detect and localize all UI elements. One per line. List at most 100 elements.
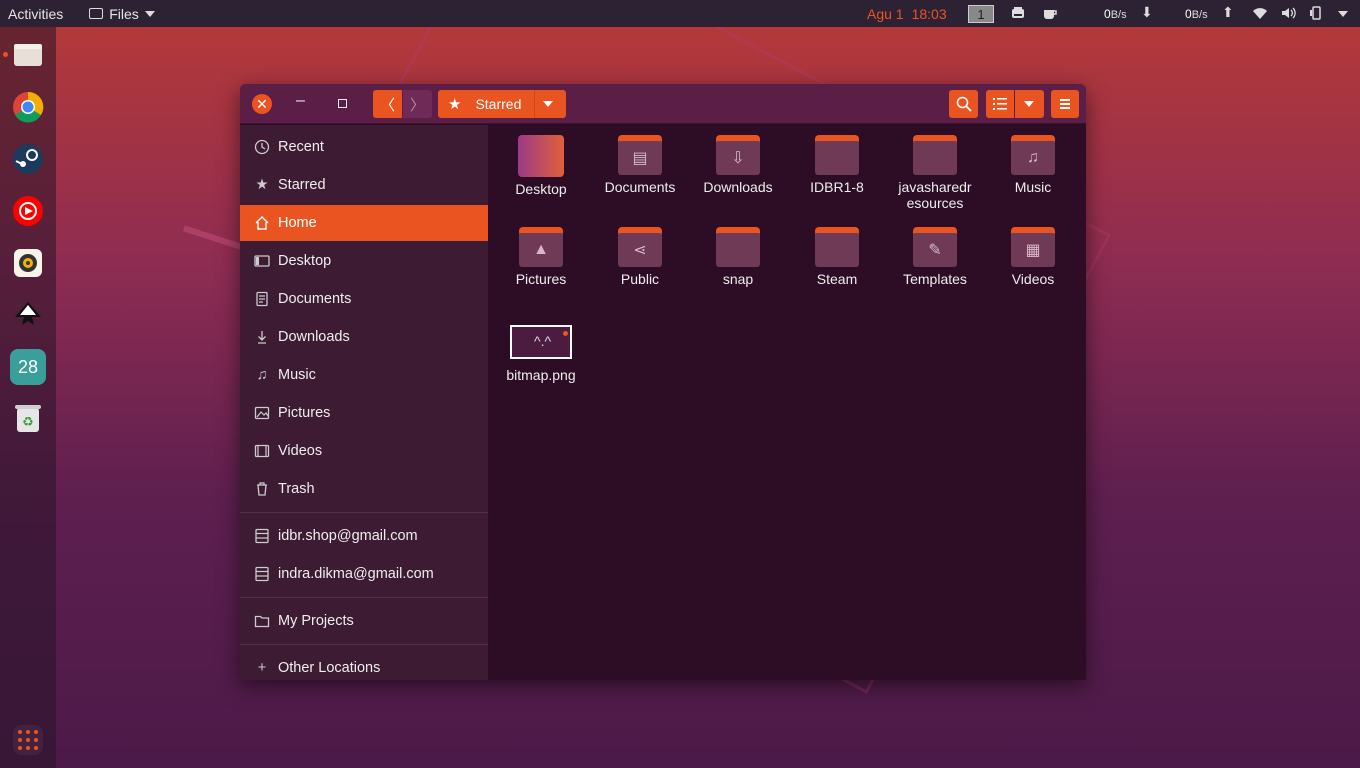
file-item-javasharedresources[interactable]: javasharedr esources — [887, 135, 983, 211]
close-button[interactable]: ✕ — [252, 94, 272, 114]
file-name: Steam — [816, 271, 858, 287]
plus-icon: + — [257, 660, 267, 676]
forward-button[interactable]: 〉 — [403, 90, 432, 118]
sidebar-item-label: Other Locations — [278, 660, 381, 676]
workspace-indicator[interactable]: 1 — [968, 5, 994, 23]
file-name: Desktop — [515, 181, 567, 197]
net-up-readout: 0B/s — [1185, 7, 1208, 21]
folder-share-icon: ⋖ — [618, 227, 662, 267]
chevron-left-icon: 〈 — [379, 96, 395, 114]
net-down-unit: B/s — [1110, 9, 1127, 21]
desktop-folder-icon — [518, 135, 564, 177]
sidebar-item-label: My Projects — [278, 613, 354, 629]
list-view-button[interactable] — [986, 90, 1014, 118]
sidebar-item-documents[interactable]: Documents — [240, 281, 488, 317]
svg-text:♻: ♻ — [22, 414, 34, 429]
document-icon — [256, 291, 268, 307]
dock: 28 ♻ — [0, 27, 56, 768]
activities-button[interactable]: Activities — [8, 6, 63, 22]
arrow-down-icon: ⬇ — [1141, 4, 1153, 20]
sidebar-item-label: Recent — [278, 139, 324, 155]
minimize-button[interactable]: – — [296, 92, 310, 110]
show-applications-icon[interactable] — [13, 725, 43, 755]
view-options-button[interactable] — [1015, 90, 1044, 118]
file-item-bitmap-png[interactable]: ^.^ bitmap.png — [493, 325, 589, 383]
top-bar: Activities Files Agu 1 18:03 1 0B/s ⬇ 0B/… — [0, 0, 1360, 27]
star-icon: ★ — [255, 177, 269, 193]
sidebar-item-label: Pictures — [278, 405, 331, 421]
caffeine-cup-icon[interactable] — [1042, 5, 1058, 21]
clock-date: Agu 1 — [867, 5, 904, 22]
sidebar-item-pictures[interactable]: Pictures — [240, 395, 488, 431]
net-down-readout: 0B/s — [1104, 7, 1127, 21]
sidebar-item-desktop[interactable]: Desktop — [240, 243, 488, 279]
file-name-line2: esources — [906, 195, 964, 211]
folder-icon — [815, 227, 859, 267]
sidebar-item-recent[interactable]: Recent — [240, 129, 488, 165]
folder-documents-icon: ▤ — [618, 135, 662, 175]
printer-icon[interactable] — [1010, 5, 1026, 21]
file-item-videos[interactable]: ▦ Videos — [985, 227, 1081, 287]
folder-icon — [89, 8, 104, 19]
sidebar-item-my-projects[interactable]: My Projects — [240, 603, 488, 639]
search-button[interactable] — [949, 90, 978, 118]
back-button[interactable]: 〈 — [373, 90, 402, 118]
folder-icon — [913, 135, 957, 175]
network-drive-icon — [255, 528, 269, 544]
download-icon — [258, 331, 266, 344]
sidebar-item-downloads[interactable]: Downloads — [240, 319, 488, 355]
rhythmbox-icon[interactable] — [10, 245, 46, 281]
file-name: Videos — [1011, 271, 1055, 287]
battery-icon[interactable] — [1308, 5, 1324, 21]
app-menu[interactable]: Files — [89, 6, 155, 22]
sidebar-item-home[interactable]: Home — [240, 205, 488, 241]
hamburger-menu-button[interactable] — [1051, 90, 1079, 118]
system-menu-icon[interactable] — [1338, 11, 1348, 17]
sidebar-separator — [240, 512, 488, 513]
clock[interactable]: Agu 1 18:03 — [867, 6, 955, 22]
file-item-desktop[interactable]: Desktop — [493, 135, 589, 197]
trash-icon[interactable]: ♻ — [10, 401, 46, 437]
file-name: Templates — [903, 271, 967, 287]
folder-templates-icon: ✎ — [913, 227, 957, 267]
trash-icon — [257, 482, 267, 496]
calendar-icon[interactable]: 28 — [10, 349, 46, 385]
sidebar-item-account-indra[interactable]: indra.dikma@gmail.com — [240, 556, 488, 592]
files-icon[interactable] — [10, 37, 46, 73]
file-item-music[interactable]: ♫ Music — [985, 135, 1081, 195]
sidebar-item-trash[interactable]: Trash — [240, 471, 488, 507]
file-item-snap[interactable]: snap — [690, 227, 786, 287]
network-drive-icon — [255, 566, 269, 582]
wifi-icon[interactable] — [1252, 5, 1268, 21]
home-icon — [255, 216, 269, 230]
folder-videos-icon: ▦ — [1011, 227, 1055, 267]
sidebar-item-account-idbr[interactable]: idbr.shop@gmail.com — [240, 518, 488, 554]
menu-icon-line — [1060, 107, 1070, 109]
file-item-steam[interactable]: Steam — [789, 227, 885, 287]
file-item-idbr1-8[interactable]: IDBR1-8 — [789, 135, 885, 195]
sidebar-item-videos[interactable]: Videos — [240, 433, 488, 469]
file-item-downloads[interactable]: ⇩ Downloads — [690, 135, 786, 195]
steam-icon[interactable] — [10, 141, 46, 177]
file-item-documents[interactable]: ▤ Documents — [592, 135, 688, 195]
net-up-value: 0 — [1185, 7, 1192, 21]
file-name: Public — [620, 271, 660, 287]
chevron-down-icon[interactable] — [543, 101, 553, 107]
picture-icon — [254, 406, 270, 420]
chrome-icon[interactable] — [10, 89, 46, 125]
volume-icon[interactable] — [1280, 5, 1296, 21]
sidebar-item-starred[interactable]: ★ Starred — [240, 167, 488, 203]
file-item-pictures[interactable]: ▲ Pictures — [493, 227, 589, 287]
file-item-public[interactable]: ⋖ Public — [592, 227, 688, 287]
inkscape-icon[interactable] — [10, 297, 46, 333]
folder-icon — [815, 135, 859, 175]
file-item-templates[interactable]: ✎ Templates — [887, 227, 983, 287]
file-name: Music — [1014, 179, 1052, 195]
file-name: Pictures — [515, 271, 567, 287]
sidebar-item-other-locations[interactable]: + Other Locations — [240, 650, 488, 680]
path-bar-starred[interactable]: ★ Starred — [438, 90, 566, 118]
sidebar-item-music[interactable]: ♫ Music — [240, 357, 488, 393]
youtube-music-icon[interactable] — [10, 193, 46, 229]
app-menu-label: Files — [109, 5, 139, 22]
maximize-button[interactable] — [338, 99, 347, 108]
